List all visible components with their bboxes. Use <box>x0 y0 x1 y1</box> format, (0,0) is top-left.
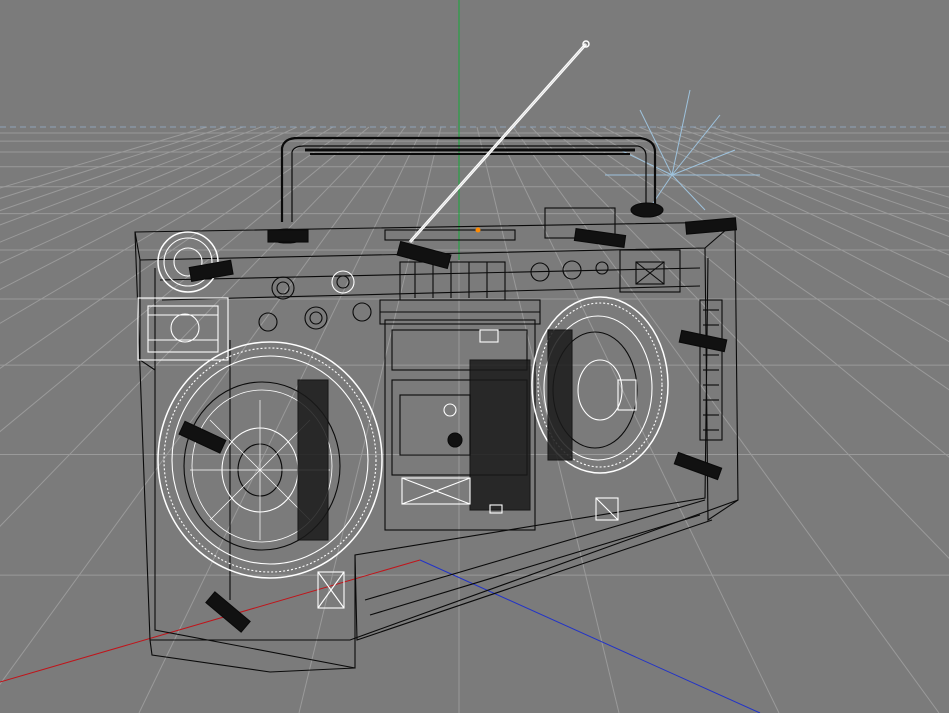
grid-line <box>692 126 949 209</box>
left-badge-panel <box>137 297 229 361</box>
grid-line <box>548 126 949 458</box>
grid-line <box>0 126 298 264</box>
z-axis-line <box>419 559 761 713</box>
cassette-deck <box>384 319 536 531</box>
speaker-left <box>157 341 383 579</box>
boombox-wireframe-icon[interactable] <box>134 136 739 673</box>
grid-line <box>638 126 949 256</box>
grid-line <box>620 126 949 278</box>
grid-line <box>710 126 949 198</box>
grid-line <box>656 126 949 238</box>
grid-line <box>0 126 262 226</box>
dial-left <box>157 231 219 293</box>
speaker-right <box>531 296 669 474</box>
3d-viewport[interactable] <box>0 0 949 713</box>
grid-line <box>0 126 226 199</box>
grid-line <box>512 126 940 713</box>
handle <box>268 136 664 244</box>
grid-line <box>0 126 316 291</box>
pivot-point-icon[interactable] <box>475 227 481 233</box>
grid-line <box>0 126 388 527</box>
grid-line <box>530 126 949 559</box>
grid-line <box>0 126 406 685</box>
